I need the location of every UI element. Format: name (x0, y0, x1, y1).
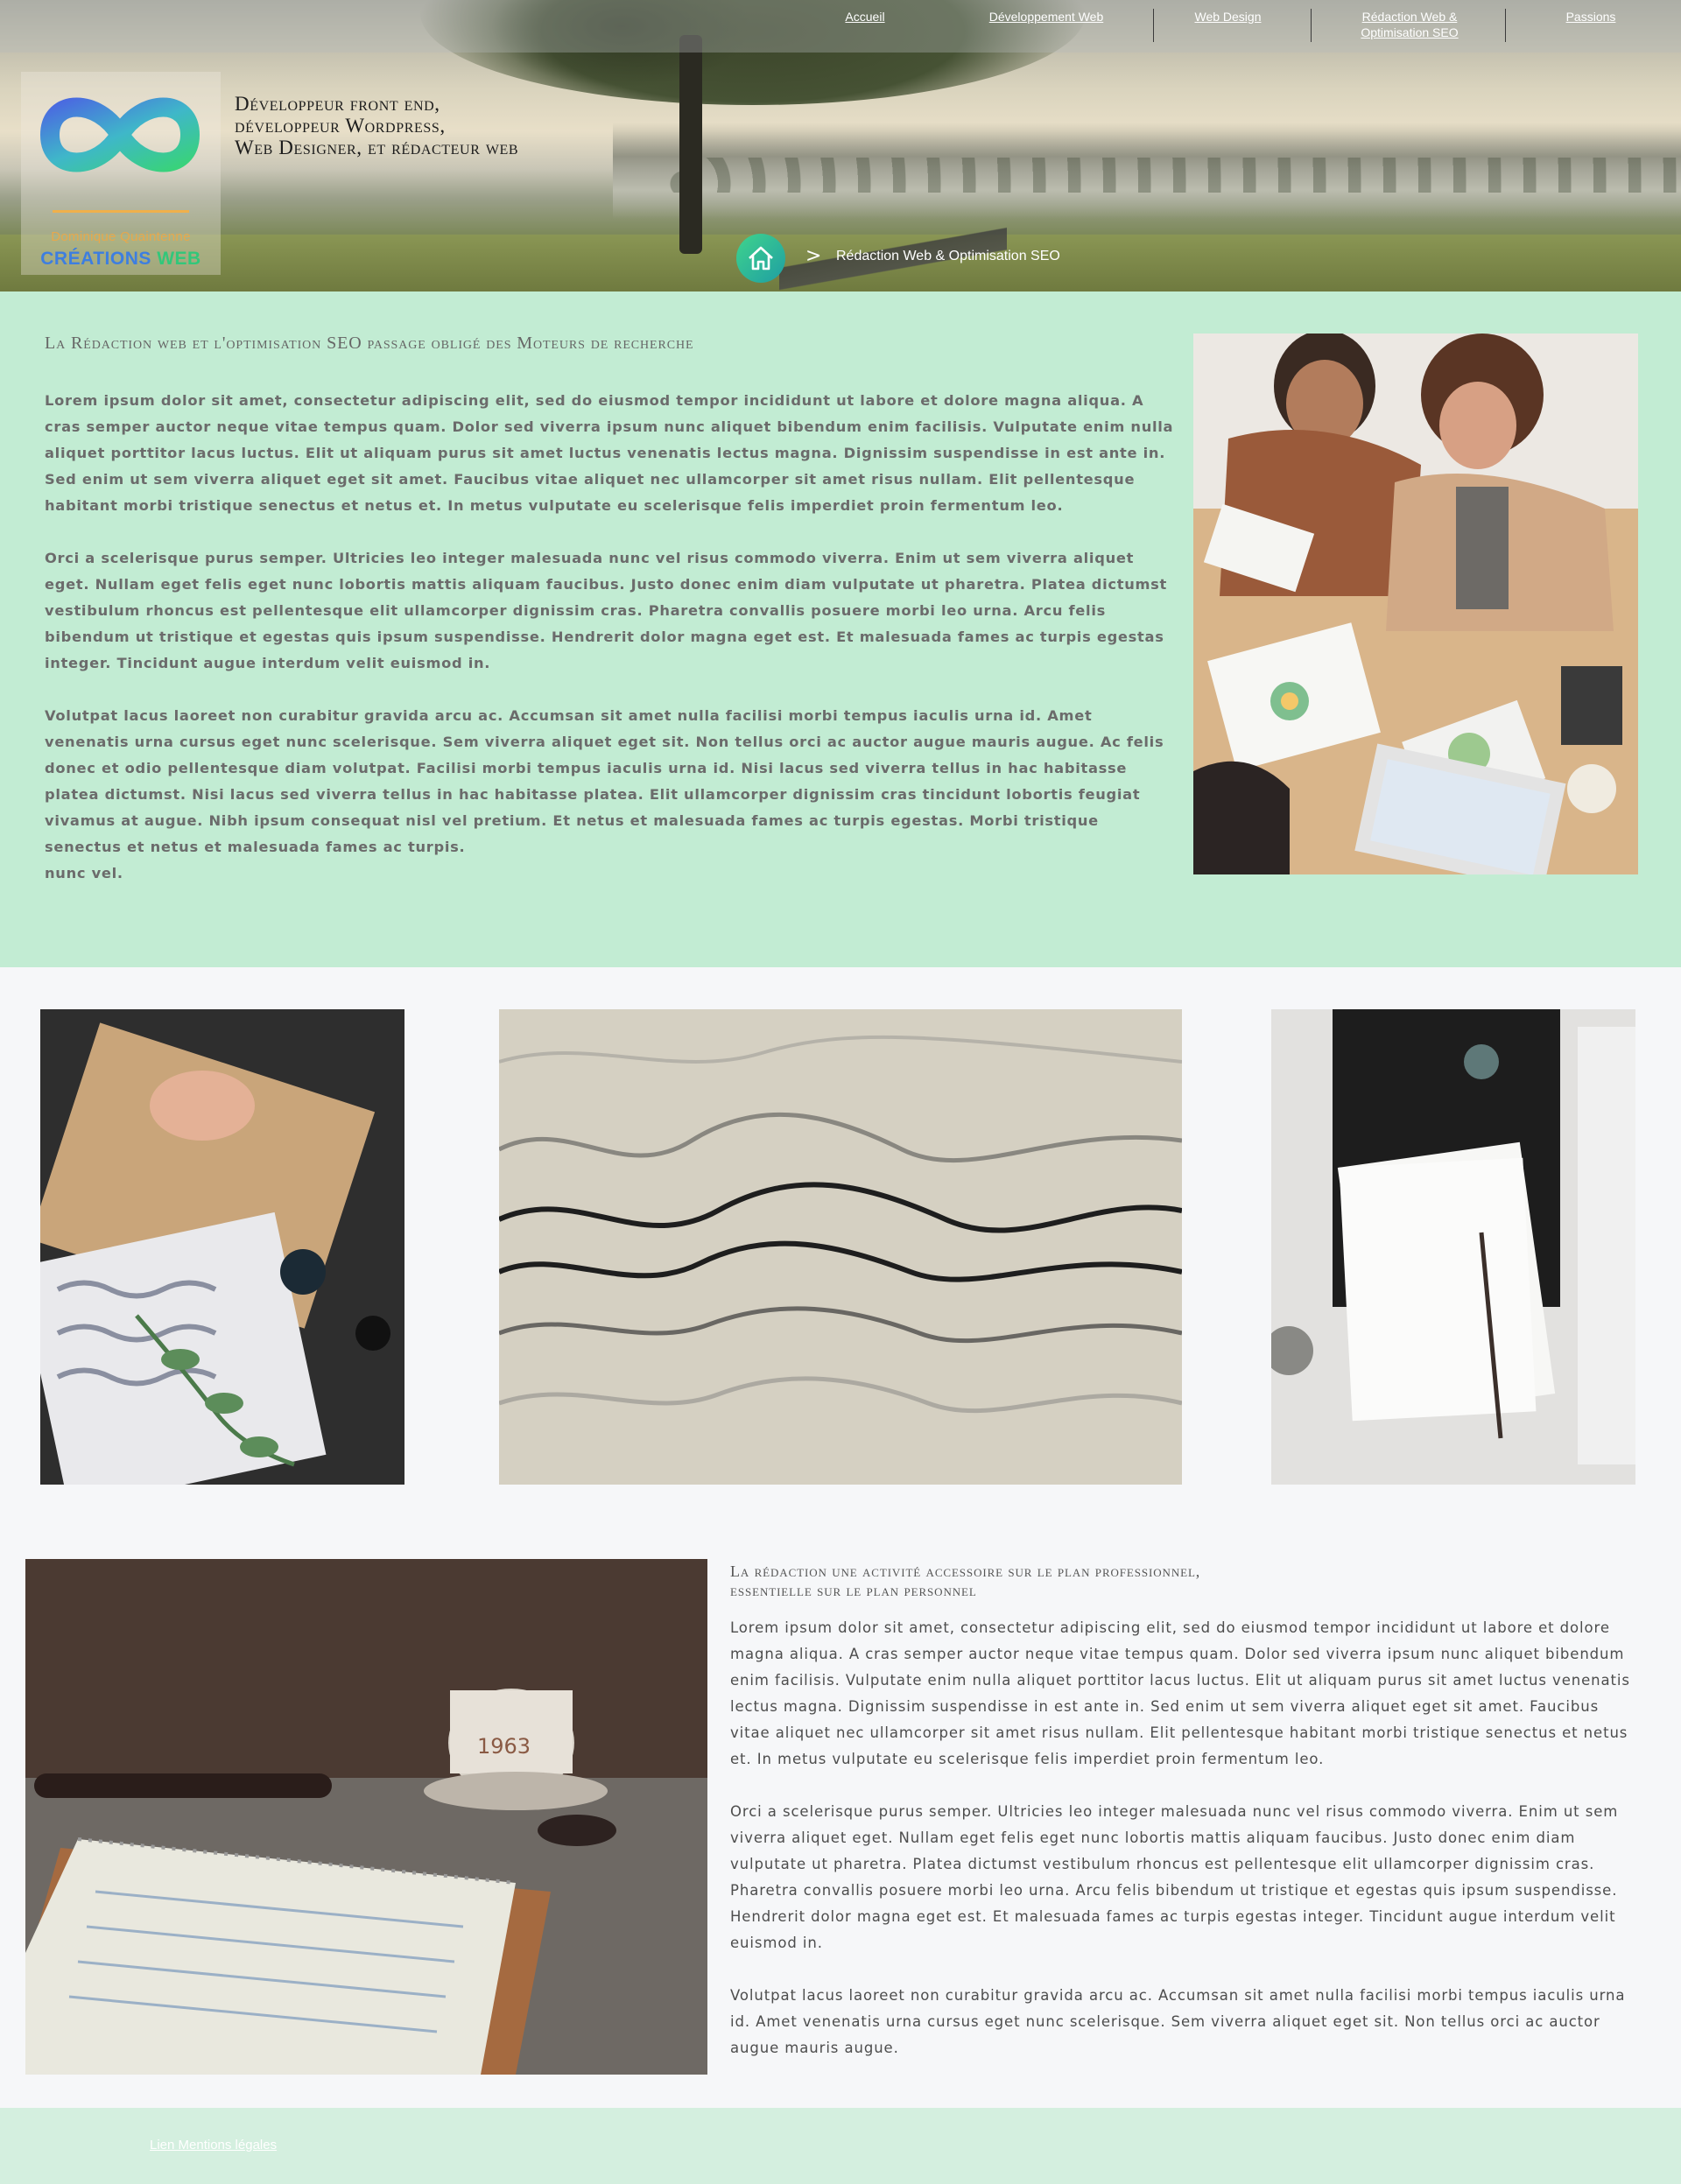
tagline-line: Développeur front end, (235, 93, 440, 115)
hero-tree-trunk (679, 35, 702, 254)
paragraph: nunc vel. (45, 865, 123, 881)
site-logo[interactable]: Dominique Quaintenne CRÉATIONS WEB (21, 72, 221, 275)
home-icon (749, 246, 773, 270)
paragraph: Lorem ipsum dolor sit amet, consectetur … (730, 1619, 1630, 1767)
nav-separator (1153, 9, 1154, 42)
gallery-photo-handwritten-letter (499, 1009, 1182, 1485)
tagline-line: développeur Wordpress, (235, 115, 446, 137)
nav-item-developpement-web[interactable]: Développement Web (963, 9, 1129, 25)
breadcrumb-separator: > (805, 245, 822, 267)
paragraph: Volutpat lacus laoreet non curabitur gra… (45, 707, 1164, 855)
section-heading-line: La rédaction une activité accessoire sur… (730, 1563, 1201, 1580)
logo-divider (53, 210, 189, 213)
handwritten-letter-illustration (499, 1009, 1182, 1485)
main-nav: Accueil Développement Web Web Design Réd… (0, 0, 1681, 53)
nav-separator (1505, 9, 1506, 42)
gallery-photo-calligraphy-desk (40, 1009, 404, 1485)
hero-header: Accueil Développement Web Web Design Réd… (0, 0, 1681, 291)
paper-and-pen-illustration (1271, 1009, 1635, 1485)
legal-notice-link[interactable]: Lien Mentions légales (150, 2138, 277, 2152)
team-meeting-photo (1193, 334, 1638, 874)
nav-item-web-design[interactable]: Web Design (1173, 9, 1283, 25)
section-body: Lorem ipsum dolor sit amet, consectetur … (45, 388, 1174, 887)
calligraphy-desk-illustration (40, 1009, 404, 1485)
logo-brand-part1: CRÉATIONS (40, 249, 151, 269)
hero-treeline (665, 158, 1681, 193)
nav-item-redaction-web-line2: Optimisation SEO (1361, 25, 1459, 39)
logo-brand-part2: WEB (157, 249, 201, 269)
nav-item-passions[interactable]: Passions (1543, 9, 1639, 25)
breadcrumb-current: Rédaction Web & Optimisation SEO (836, 249, 1060, 263)
section-heading: La rédaction une activité accessoire sur… (730, 1562, 1200, 1600)
nav-item-redaction-web[interactable]: Rédaction Web & Optimisation SEO (1322, 9, 1497, 40)
section-heading: La Rédaction web et l'optimisation SEO p… (45, 334, 694, 353)
mug-text: 1963 (477, 1734, 531, 1759)
section-heading-line: essentielle sur le plan personnel (730, 1582, 977, 1599)
tagline-line: Web Designer, et rédacteur web (235, 137, 519, 158)
paragraph: Orci a scelerisque purus semper. Ultrici… (45, 550, 1168, 671)
breadcrumb-home-button[interactable] (736, 234, 785, 283)
paragraph: Lorem ipsum dolor sit amet, consectetur … (45, 392, 1174, 514)
logo-brand: CRÉATIONS WEB (21, 249, 221, 270)
paragraph: Orci a scelerisque purus semper. Ultrici… (730, 1803, 1619, 1951)
notebook-coffee-illustration: 1963 (25, 1559, 707, 2075)
nav-item-accueil[interactable]: Accueil (823, 9, 907, 25)
site-footer: Lien Mentions légales (0, 2108, 1681, 2184)
section-body: Lorem ipsum dolor sit amet, consectetur … (730, 1615, 1641, 2088)
infinity-logo-icon (39, 97, 200, 172)
paragraph: Volutpat lacus laoreet non curabitur gra… (730, 1987, 1626, 2056)
notebook-coffee-photo: 1963 (25, 1559, 707, 2075)
site-tagline: Développeur front end, développeur Wordp… (235, 93, 518, 158)
logo-owner-name: Dominique Quaintenne (51, 229, 191, 244)
gallery-photo-paper-and-pen (1271, 1009, 1635, 1485)
nav-separator (1311, 9, 1312, 42)
team-photo-illustration (1193, 334, 1638, 874)
nav-item-redaction-web-line1: Rédaction Web & (1361, 10, 1458, 24)
